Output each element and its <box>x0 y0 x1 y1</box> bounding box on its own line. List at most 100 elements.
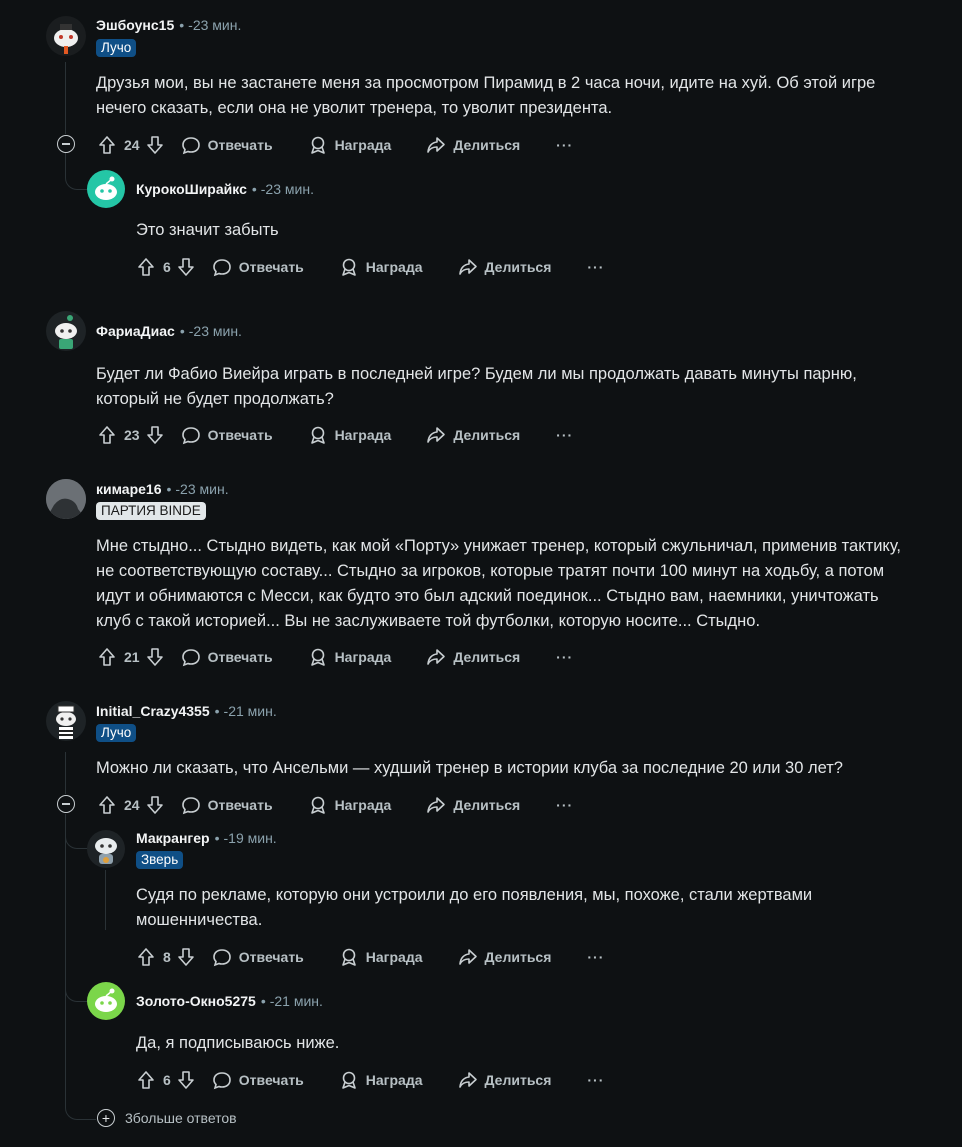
avatar[interactable] <box>87 170 125 208</box>
more-options-button[interactable]: ··· <box>556 427 573 443</box>
award-button[interactable]: Награда <box>338 946 423 968</box>
downvote-icon[interactable] <box>175 946 197 968</box>
vote-count: 6 <box>163 259 171 275</box>
avatar[interactable] <box>46 701 86 741</box>
award-button[interactable]: Награда <box>307 794 391 816</box>
avatar[interactable] <box>87 982 125 1020</box>
reply-icon <box>211 256 233 278</box>
reply-button[interactable]: Отвечать <box>211 1069 304 1091</box>
comment-actions: 21 Отвечать Награда Делиться ··· <box>96 645 573 669</box>
comment-actions: 23 Отвечать Награда Делиться ··· <box>96 423 573 447</box>
share-button[interactable]: Делиться <box>425 134 520 156</box>
upvote-icon[interactable] <box>96 424 118 446</box>
reply-button[interactable]: Отвечать <box>211 256 304 278</box>
avatar[interactable] <box>87 830 125 868</box>
comment-author[interactable]: кимаре16 <box>96 481 161 497</box>
comment-author[interactable]: Эшбоунс15 <box>96 17 174 33</box>
vote-count: 21 <box>124 649 140 665</box>
upvote-icon[interactable] <box>96 134 118 156</box>
comment-author[interactable]: Макрангер <box>136 830 210 846</box>
comment-actions: 24 Отвечать Награда Делиться ··· <box>96 793 573 817</box>
reply-icon <box>180 646 202 668</box>
share-button[interactable]: Делиться <box>425 794 520 816</box>
award-button[interactable]: Награда <box>307 134 391 156</box>
more-options-button[interactable]: ··· <box>587 949 604 965</box>
award-button[interactable]: Награда <box>338 256 423 278</box>
avatar[interactable] <box>46 16 86 56</box>
share-button[interactable]: Делиться <box>457 256 551 278</box>
avatar-icon <box>56 705 76 739</box>
award-icon <box>307 134 329 156</box>
award-button[interactable]: Награда <box>338 1069 423 1091</box>
comment-text-line: который не будет продолжать? <box>96 390 334 408</box>
avatar[interactable] <box>46 311 86 351</box>
share-icon <box>457 256 479 278</box>
comment-author[interactable]: ФариаДиас <box>96 323 175 339</box>
reply-icon <box>180 134 202 156</box>
reply-button[interactable]: Отвечать <box>180 424 273 446</box>
avatar-icon <box>54 24 78 54</box>
upvote-icon[interactable] <box>135 946 157 968</box>
comment-author[interactable]: Initial_Crazy4355 <box>96 703 210 719</box>
reply-icon <box>211 1069 233 1091</box>
more-options-button[interactable]: ··· <box>587 259 604 275</box>
downvote-icon[interactable] <box>175 256 197 278</box>
comment-time: -21 мин. <box>269 993 323 1009</box>
more-options-button[interactable]: ··· <box>556 137 573 153</box>
comment-text-line: Судя по рекламе, которую они устроили до… <box>136 886 813 904</box>
avatar-icon <box>95 838 117 864</box>
share-icon <box>425 134 447 156</box>
comment-author[interactable]: КурокоШирайкс <box>136 181 247 197</box>
vote-count: 23 <box>124 427 140 443</box>
upvote-icon[interactable] <box>96 794 118 816</box>
comment-text-line: мошенничества. <box>136 911 263 929</box>
downvote-icon[interactable] <box>144 646 166 668</box>
vote-count: 6 <box>163 1072 171 1088</box>
upvote-icon[interactable] <box>135 1069 157 1091</box>
comment-text-line: нечего сказать, если она не уволит трене… <box>96 99 613 117</box>
more-options-button[interactable]: ··· <box>556 649 573 665</box>
comment-author[interactable]: Золото-Окно5275 <box>136 993 256 1009</box>
more-options-button[interactable]: ··· <box>556 797 573 813</box>
share-icon <box>457 1069 479 1091</box>
reply-button[interactable]: Отвечать <box>211 946 304 968</box>
downvote-icon[interactable] <box>144 134 166 156</box>
collapse-thread-button[interactable] <box>57 135 75 153</box>
reply-button[interactable]: Отвечать <box>180 794 273 816</box>
award-icon <box>307 794 329 816</box>
vote-count: 24 <box>124 137 140 153</box>
comment-text-line: Мне стыдно... Стыдно видеть, как мой «По… <box>96 537 901 555</box>
collapse-thread-button[interactable] <box>57 795 75 813</box>
avatar-photo <box>46 479 86 519</box>
award-button[interactable]: Награда <box>307 424 391 446</box>
comment-text-line: клуб с такой историей... Вы не заслужива… <box>96 612 761 630</box>
comment-text-line: Да, я подписываюсь ниже. <box>136 1034 340 1052</box>
downvote-icon[interactable] <box>144 424 166 446</box>
reply-button[interactable]: Отвечать <box>180 646 273 668</box>
user-flair: ПАРТИЯ BINDE <box>96 502 206 520</box>
more-replies-button[interactable]: + 3больше ответов <box>97 1109 237 1127</box>
reply-icon <box>211 946 233 968</box>
award-icon <box>338 946 360 968</box>
share-button[interactable]: Делиться <box>425 424 520 446</box>
comment-text-line: Друзья мои, вы не застанете меня за прос… <box>96 74 876 92</box>
upvote-icon[interactable] <box>135 256 157 278</box>
award-icon <box>307 424 329 446</box>
share-icon <box>425 794 447 816</box>
user-flair: Лучо <box>96 724 137 742</box>
comment-time: -23 мин. <box>188 323 242 339</box>
downvote-icon[interactable] <box>144 794 166 816</box>
share-button[interactable]: Делиться <box>457 946 551 968</box>
share-icon <box>425 646 447 668</box>
avatar[interactable] <box>46 479 86 519</box>
user-flair: Зверь <box>136 851 184 869</box>
comment-text-line: Будет ли Фабио Виейра играть в последней… <box>96 365 857 383</box>
reply-button[interactable]: Отвечать <box>180 134 273 156</box>
avatar-icon <box>95 988 117 1012</box>
award-button[interactable]: Награда <box>307 646 391 668</box>
share-button[interactable]: Делиться <box>425 646 520 668</box>
upvote-icon[interactable] <box>96 646 118 668</box>
downvote-icon[interactable] <box>175 1069 197 1091</box>
more-options-button[interactable]: ··· <box>587 1072 604 1088</box>
share-button[interactable]: Делиться <box>457 1069 551 1091</box>
